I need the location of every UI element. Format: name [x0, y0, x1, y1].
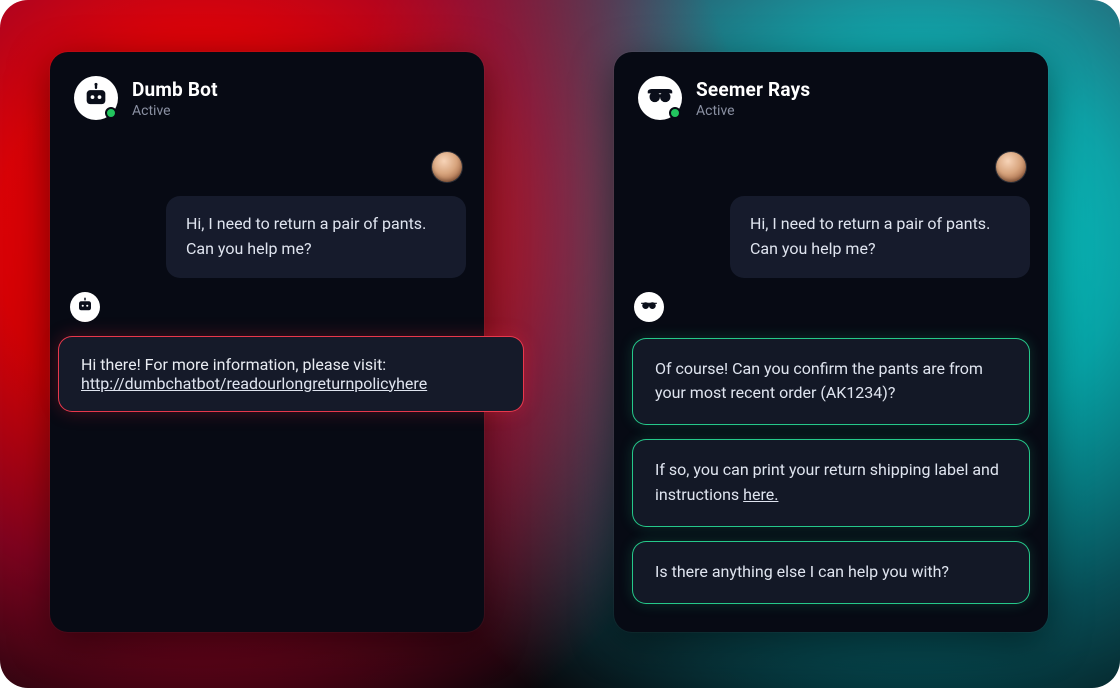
chat-panel-dumb-bot: Dumb Bot Active Hi, I need to return a p… — [50, 52, 484, 632]
bot-message-1: Of course! Can you confirm the pants are… — [632, 338, 1030, 426]
bot-name: Dumb Bot — [132, 78, 218, 101]
bot-avatar — [74, 76, 118, 120]
chat-header: Dumb Bot Active — [68, 70, 466, 134]
presence-dot-icon — [105, 107, 117, 119]
user-avatar-row — [68, 152, 466, 182]
user-avatar-icon — [432, 152, 462, 182]
presence-dot-icon — [669, 107, 681, 119]
bot-status: Active — [696, 103, 810, 119]
user-bubble-wrap: Hi, I need to return a pair of pants. Ca… — [68, 196, 466, 278]
policy-link[interactable]: http://dumbchatbot/readourlongreturnpoli… — [81, 374, 427, 393]
user-message: Hi, I need to return a pair of pants. Ca… — [166, 196, 466, 278]
bot-message-2: If so, you can print your return shippin… — [632, 439, 1030, 527]
bot-message-text: Hi there! For more information, please v… — [81, 355, 386, 374]
user-message: Hi, I need to return a pair of pants. Ca… — [730, 196, 1030, 278]
bot-messages-good: Of course! Can you confirm the pants are… — [632, 338, 1030, 604]
bot-avatar-row — [68, 292, 466, 322]
bot-status: Active — [132, 103, 218, 119]
bot-avatar-row — [632, 292, 1030, 322]
message-stream: Hi, I need to return a pair of pants. Ca… — [68, 134, 466, 610]
chat-header: Seemer Rays Active — [632, 70, 1030, 134]
user-avatar-icon — [996, 152, 1026, 182]
bot-message-2-text: If so, you can print your return shippin… — [655, 460, 999, 504]
bot-small-avatar — [70, 292, 100, 322]
message-stream: Hi, I need to return a pair of pants. Ca… — [632, 134, 1030, 610]
bot-small-avatar — [634, 292, 664, 322]
title-block: Seemer Rays Active — [696, 78, 810, 119]
bot-message-bad: Hi there! For more information, please v… — [58, 336, 524, 412]
bot-name: Seemer Rays — [696, 78, 810, 101]
chat-panel-seemer-rays: Seemer Rays Active Hi, I need to return … — [614, 52, 1048, 632]
sunglasses-icon — [640, 296, 658, 318]
user-avatar-row — [632, 152, 1030, 182]
bot-message-3: Is there anything else I can help you wi… — [632, 541, 1030, 604]
user-bubble-wrap: Hi, I need to return a pair of pants. Ca… — [632, 196, 1030, 278]
title-block: Dumb Bot Active — [132, 78, 218, 119]
robot-icon — [76, 296, 94, 318]
bot-avatar — [638, 76, 682, 120]
return-label-link[interactable]: here. — [743, 485, 778, 504]
panels-row: Dumb Bot Active Hi, I need to return a p… — [0, 0, 1120, 688]
comparison-graphic: Dumb Bot Active Hi, I need to return a p… — [0, 0, 1120, 688]
